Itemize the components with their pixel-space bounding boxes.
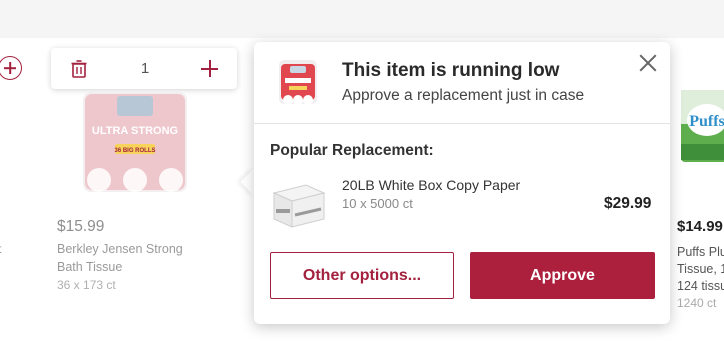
trash-icon[interactable] <box>71 60 87 78</box>
product-name-line-1[interactable]: Berkley Jensen Strong <box>57 240 247 258</box>
left-product-info: $15.99 Berkley Jensen Strong Bath Tissue… <box>57 218 247 294</box>
product-price: $15.99 <box>57 218 105 235</box>
bath-tissue-image-text: ULTRA STRONG <box>92 125 178 137</box>
popup-subtitle: Approve a replacement just in case <box>342 87 585 104</box>
quantity-value: 1 <box>140 60 150 77</box>
product-name-line-2[interactable]: Bath Tissue <box>57 258 247 276</box>
right-product-price: $14.99 <box>677 218 723 235</box>
puffs-tissue-image: Puffs <box>681 90 724 162</box>
copy-paper-image <box>272 184 326 228</box>
right-product-count: 1240 ct <box>677 296 717 310</box>
bath-tissue-image: ULTRA STRONG 36 BIG ROLLS <box>83 92 187 192</box>
close-icon[interactable] <box>636 51 660 75</box>
low-stock-popup: This item is running low Approve a repla… <box>254 42 670 324</box>
product-count: 36 x 173 ct <box>57 278 116 292</box>
popup-title: This item is running low <box>342 60 560 81</box>
replacement-name[interactable]: 20LB White Box Copy Paper <box>342 177 520 193</box>
plus-icon[interactable] <box>201 60 218 77</box>
bath-tissue-badge-text: 36 BIG ROLLS <box>114 148 155 154</box>
top-band <box>0 0 724 38</box>
right-product-name-line-3[interactable]: 124 tissu <box>677 278 724 295</box>
popup-divider <box>254 123 670 124</box>
low-item-thumbnail <box>279 60 317 105</box>
replacement-price: $29.99 <box>604 195 652 212</box>
quantity-stepper: 1 <box>51 48 237 89</box>
puffs-logo-text: Puffs <box>689 113 724 130</box>
right-product-name-line-2[interactable]: Tissue, 1 <box>677 261 724 278</box>
replacement-size: 10 x 5000 ct <box>342 196 413 211</box>
replacement-section-label: Popular Replacement: <box>270 142 434 159</box>
right-product-name-line-1[interactable]: Puffs Plu <box>677 244 724 261</box>
offscreen-product-text: t <box>0 242 1 256</box>
right-product-name[interactable]: Puffs Plu Tissue, 1 124 tissu <box>677 244 724 295</box>
right-product-image-wrap: Puffs <box>677 88 724 169</box>
approve-button[interactable]: Approve <box>470 252 655 299</box>
other-options-button[interactable]: Other options... <box>270 252 454 299</box>
add-to-cart-circle-plus-icon[interactable] <box>0 56 22 80</box>
